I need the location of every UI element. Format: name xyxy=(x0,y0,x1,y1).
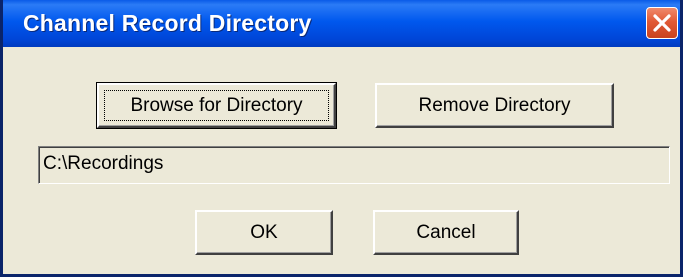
browse-button-label: Browse for Directory xyxy=(130,94,303,116)
channel-record-directory-dialog: Channel Record Directory Browse for Dire… xyxy=(0,0,683,277)
title-bar[interactable]: Channel Record Directory xyxy=(3,0,680,47)
remove-button-label: Remove Directory xyxy=(418,94,571,116)
cancel-button-label: Cancel xyxy=(416,221,476,243)
browse-for-directory-button[interactable]: Browse for Directory xyxy=(96,82,337,129)
cancel-button[interactable]: Cancel xyxy=(373,210,519,255)
remove-directory-button[interactable]: Remove Directory xyxy=(375,83,614,128)
ok-button-label: OK xyxy=(250,221,278,243)
ok-button[interactable]: OK xyxy=(195,210,333,255)
dialog-title: Channel Record Directory xyxy=(23,10,312,36)
directory-path-field: C:\Recordings xyxy=(38,146,670,184)
close-button[interactable] xyxy=(646,7,678,39)
